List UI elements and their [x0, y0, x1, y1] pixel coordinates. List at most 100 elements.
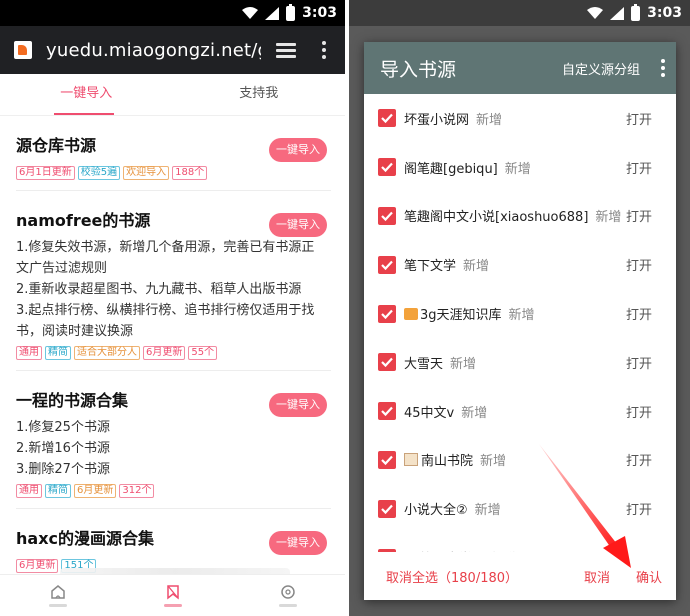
row-checkbox[interactable]: [378, 158, 396, 177]
card-description: 1.修复失效书源，新增几个备用源，完善已有书源正 文广告过滤规则 2.重新收录超星图…: [16, 237, 331, 342]
row-checkbox[interactable]: [378, 450, 396, 469]
status-bar: 3:03: [0, 0, 345, 26]
source-row[interactable]: 3g天涯知识库 新增 打开: [364, 289, 676, 338]
check-icon: [381, 455, 393, 466]
signal-icon: [610, 6, 625, 20]
one-click-import-button[interactable]: 一键导入: [269, 393, 327, 417]
card-tags: 6月1日更新 校验5遍 欢迎导入 188个: [16, 166, 331, 180]
nav-home[interactable]: [0, 575, 115, 616]
source-row[interactable]: 45中文v 新增 打开: [364, 387, 676, 436]
books-icon: [404, 308, 418, 321]
row-checkbox[interactable]: [378, 499, 396, 518]
tabs-switcher-icon[interactable]: [273, 40, 299, 60]
tab-one-click-import[interactable]: 一键导入: [0, 74, 173, 115]
source-row[interactable]: 笔下文学 新增 打开: [364, 240, 676, 289]
one-click-import-button[interactable]: 一键导入: [269, 138, 327, 162]
tag-badge: 欢迎导入: [123, 166, 170, 180]
nav-sources[interactable]: [115, 575, 230, 616]
dialog-footer: 取消全选（180/180） 取消 确认: [364, 552, 676, 600]
open-source-button[interactable]: 打开: [626, 109, 652, 128]
nav-label-placeholder: [163, 604, 182, 607]
source-row[interactable]: 大雪天 新增 打开: [364, 338, 676, 387]
source-row[interactable]: 坏蛋小说网 新增 打开: [364, 94, 676, 143]
source-name-text: 阁笔趣[gebiqu]: [404, 161, 498, 177]
bottom-navigation: [0, 574, 345, 616]
wifi-icon: [242, 7, 259, 19]
source-status: 新增: [474, 503, 501, 519]
scroll-icon: [404, 453, 418, 467]
source-list: 源仓库书源 6月1日更新 校验5遍 欢迎导入 188个 一键导入 namofree的书源 1.…: [0, 116, 345, 584]
tag-badge: 6月更新: [74, 484, 117, 498]
cancel-button[interactable]: 取消: [584, 567, 610, 586]
status-time: 3:03: [647, 5, 682, 21]
url-field[interactable]: yuedu.miaogongzi.net/gx: [46, 40, 261, 61]
source-name-text: 大雪天: [404, 356, 444, 372]
browser-toolbar: yuedu.miaogongzi.net/gx: [0, 26, 345, 74]
row-checkbox[interactable]: [378, 353, 396, 372]
check-icon: [381, 406, 393, 417]
nav-other[interactable]: [230, 575, 345, 616]
row-checkbox[interactable]: [378, 255, 396, 274]
deselect-all-button[interactable]: 取消全选（180/180）: [386, 567, 518, 586]
source-name-text: 南山书院: [421, 454, 474, 470]
dialog-more-icon[interactable]: [660, 59, 666, 77]
browser-screen: 3:03 yuedu.miaogongzi.net/gx 一键导入 支持我 源仓…: [0, 0, 345, 616]
source-row[interactable]: 笔趣阁中文小说[xiaoshuo688] 新增 打开: [364, 192, 676, 241]
source-status: 新增: [450, 356, 477, 372]
check-icon: [381, 504, 393, 514]
one-click-import-button[interactable]: 一键导入: [269, 213, 327, 237]
check-icon: [381, 162, 393, 173]
source-row[interactable]: 阁笔趣[gebiqu] 新增 打开: [364, 143, 676, 192]
source-name-text: 笔下文学: [404, 259, 457, 275]
source-card: namofree的书源 1.修复失效书源，新增几个备用源，完善已有书源正 文广告过滤…: [16, 191, 331, 371]
one-click-import-button[interactable]: 一键导入: [269, 531, 327, 555]
source-name: 坏蛋小说网: [404, 109, 469, 128]
source-row[interactable]: 笔下文学③新增打开: [364, 533, 676, 552]
confirm-button[interactable]: 确认: [636, 567, 662, 586]
open-source-button[interactable]: 打开: [626, 255, 652, 274]
site-favicon-icon: [14, 41, 32, 59]
description-line: 1.修复失效书源，新增几个备用源，完善已有书源正: [16, 240, 315, 255]
source-status: 新增: [508, 308, 535, 324]
source-status: 新增: [463, 259, 490, 275]
row-checkbox[interactable]: [378, 304, 396, 323]
row-checkbox[interactable]: [378, 402, 396, 421]
check-icon: [381, 309, 393, 319]
home-icon: [50, 585, 65, 599]
source-card: 源仓库书源 6月1日更新 校验5遍 欢迎导入 188个 一键导入: [16, 116, 331, 191]
tag-badge: 适合大部分人: [74, 346, 140, 360]
check-icon: [381, 114, 393, 124]
nav-label-placeholder: [48, 604, 67, 607]
description-line: 1.修复25个书源: [16, 420, 110, 435]
check-icon: [381, 260, 393, 270]
tab-support-me[interactable]: 支持我: [173, 74, 346, 115]
source-row[interactable]: 小说大全② 新增 打开: [364, 484, 676, 533]
open-source-button[interactable]: 打开: [626, 206, 652, 225]
tag-badge: 通用: [16, 484, 42, 498]
source-name: 南山书院: [404, 450, 473, 469]
source-status: 新增: [480, 454, 507, 470]
row-checkbox[interactable]: [378, 109, 396, 128]
source-name: 小说大全②: [404, 499, 468, 518]
open-source-button[interactable]: 打开: [626, 499, 652, 518]
open-source-button[interactable]: 打开: [626, 402, 652, 421]
open-source-button[interactable]: 打开: [626, 304, 652, 323]
description-line: 2.重新收录超星图书、九九藏书、稻草人出版书源: [16, 282, 302, 297]
app-screen: 3:03 导入书源 自定义源分组 坏蛋小说网 新增 打开 阁笔趣[gebiqu] 新增打…: [349, 0, 690, 616]
tag-badge: 精简: [45, 346, 71, 360]
tag-badge: 6月1日更新: [16, 166, 75, 180]
open-source-button[interactable]: 打开: [626, 158, 652, 177]
source-status: 新增: [504, 161, 531, 177]
row-checkbox[interactable]: [378, 206, 396, 225]
source-row[interactable]: 南山书院 新增 打开: [364, 436, 676, 485]
open-source-button[interactable]: 打开: [626, 353, 652, 372]
more-menu-icon[interactable]: [315, 39, 333, 61]
source-name-text: 小说大全②: [404, 503, 468, 519]
source-status: 新增: [595, 210, 622, 226]
source-name: 笔趣阁中文小说[xiaoshuo688]: [404, 206, 588, 225]
tab-indicator: [54, 113, 114, 115]
status-bar: 3:03: [349, 0, 690, 26]
custom-group-button[interactable]: 自定义源分组: [562, 59, 640, 78]
battery-icon: [631, 3, 641, 21]
open-source-button[interactable]: 打开: [626, 450, 652, 469]
